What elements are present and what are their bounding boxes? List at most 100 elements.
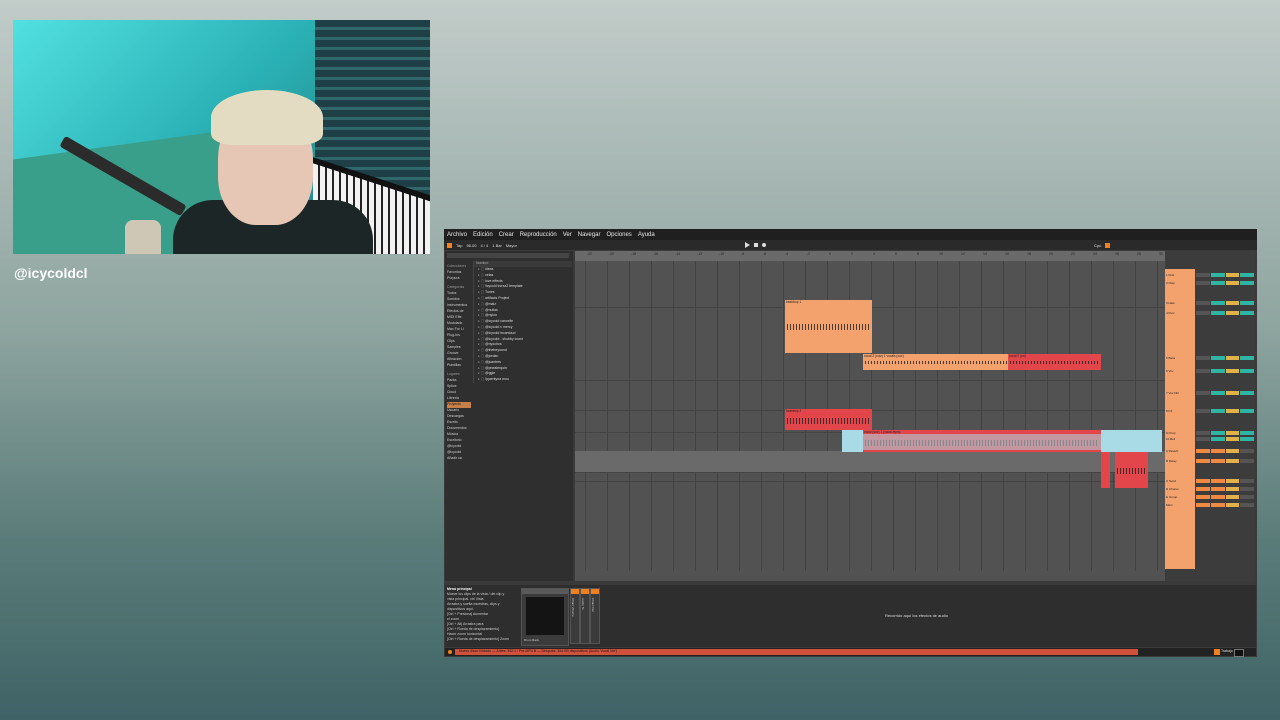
track-control[interactable]	[1196, 487, 1210, 491]
track-control[interactable]	[1210, 449, 1225, 453]
chain-strip[interactable]: Chain Volume	[570, 588, 580, 644]
track-control[interactable]	[1225, 311, 1240, 315]
track-header-row[interactable]: C Send	[1166, 479, 1254, 484]
track-header-row[interactable]: A Reverb	[1166, 449, 1254, 454]
menu-navegar[interactable]: Navegar	[578, 232, 601, 238]
track-name[interactable]: B Delay	[1166, 459, 1194, 463]
track-control[interactable]	[1240, 449, 1254, 453]
menu-crear[interactable]: Crear	[499, 232, 514, 238]
track-name[interactable]: 5 Bass	[1166, 356, 1194, 360]
track-control[interactable]	[1210, 487, 1225, 491]
track-name[interactable]: 6 Vox	[1166, 369, 1194, 373]
track-control[interactable]	[1196, 449, 1210, 453]
track-control[interactable]	[1225, 356, 1240, 360]
collection-item[interactable]: Púrpura	[447, 276, 471, 282]
track-control[interactable]	[1225, 369, 1240, 373]
track-control[interactable]	[1196, 495, 1210, 499]
keyboard-icon[interactable]	[1214, 649, 1220, 655]
play-icon[interactable]	[744, 242, 750, 248]
track-control[interactable]	[1240, 503, 1254, 507]
midi-map-icon[interactable]	[1234, 649, 1244, 657]
track-control[interactable]	[1225, 495, 1240, 499]
track-control[interactable]	[1210, 495, 1225, 499]
track-header-row[interactable]: B Delay	[1166, 459, 1254, 464]
track-control[interactable]	[1210, 356, 1225, 360]
menu-edicion[interactable]: Edición	[473, 232, 493, 238]
track-control[interactable]	[1240, 301, 1254, 305]
track-control[interactable]	[1210, 301, 1225, 305]
category-item[interactable]: Plantillas	[447, 363, 471, 369]
track-header-row[interactable]: 3 Hats	[1166, 301, 1254, 306]
track-control[interactable]	[1225, 449, 1240, 453]
track-control[interactable]	[1210, 273, 1225, 277]
quantize-menu[interactable]: 1 Bar	[492, 243, 502, 248]
track-header-row[interactable]: 10 Bell	[1166, 437, 1254, 442]
track-name[interactable]: 3 Hats	[1166, 301, 1194, 305]
track-control[interactable]	[1196, 459, 1210, 463]
tap-button[interactable]: Tap	[456, 243, 462, 248]
track-control[interactable]	[1210, 281, 1225, 285]
drum-rack-device[interactable]: Drum Rack	[521, 588, 569, 646]
track-control[interactable]	[1210, 459, 1225, 463]
menu-ayuda[interactable]: Ayuda	[638, 232, 655, 238]
track-control[interactable]	[1210, 391, 1225, 395]
track-header-row[interactable]: E Group	[1166, 495, 1254, 500]
track-control[interactable]	[1225, 459, 1240, 463]
device-header[interactable]	[522, 589, 568, 594]
track-header-row[interactable]: D Chorus	[1166, 487, 1254, 492]
track-control[interactable]	[1240, 356, 1254, 360]
track-control[interactable]	[1196, 273, 1210, 277]
file-item[interactable]: !jquentyoa muo	[474, 377, 572, 383]
menu-ver[interactable]: Ver	[563, 232, 572, 238]
track-header-row[interactable]: 6 Vox	[1166, 369, 1254, 374]
track-control[interactable]	[1210, 503, 1225, 507]
place-item[interactable]: Añadir ca	[447, 456, 471, 462]
track-name[interactable]: C Send	[1166, 479, 1194, 483]
track-control[interactable]	[1240, 281, 1254, 285]
track-name[interactable]: 8 FX	[1166, 409, 1194, 413]
track-control[interactable]	[1196, 311, 1210, 315]
track-control[interactable]	[1225, 301, 1240, 305]
timeline-ruler[interactable]: -22 -20 -18 -16 -14 -12 -10 -8 -6 -4 -2 0 2 4 6 8 10 12 14…	[575, 251, 1165, 261]
track-control[interactable]	[1210, 437, 1225, 441]
track-name[interactable]: A Reverb	[1166, 449, 1194, 453]
track-control[interactable]	[1210, 409, 1225, 413]
track-header-row[interactable]: 7 Vox Dbl	[1166, 391, 1254, 396]
audio-clip[interactable]	[1101, 452, 1110, 488]
track-control[interactable]	[1240, 495, 1254, 499]
track-control[interactable]	[1210, 311, 1225, 315]
track-control[interactable]	[1225, 431, 1240, 435]
track-control[interactable]	[1210, 479, 1225, 483]
track-name[interactable]: 9 Chop	[1166, 431, 1194, 435]
track-control[interactable]	[1240, 273, 1254, 277]
track-name[interactable]: 4 Perc	[1166, 311, 1194, 315]
track-control[interactable]	[1225, 479, 1240, 483]
track-control[interactable]	[1210, 431, 1225, 435]
audio-clip-selected[interactable]: vocal 2 (oo)	[1008, 354, 1101, 370]
link-icon[interactable]	[447, 242, 452, 248]
track-control[interactable]	[1225, 487, 1240, 491]
track-control[interactable]	[1196, 503, 1210, 507]
track-name[interactable]: 1 Kick	[1166, 273, 1194, 277]
time-signature[interactable]: 4 / 4	[480, 243, 488, 248]
track-control[interactable]	[1196, 281, 1210, 285]
track-name[interactable]: 2 Clap	[1166, 281, 1194, 285]
track-control[interactable]	[1225, 409, 1240, 413]
track-control[interactable]	[1240, 487, 1254, 491]
arrangement-view[interactable]: -22 -20 -18 -16 -14 -12 -10 -8 -6 -4 -2 0 2 4 6 8 10 12 14…	[575, 251, 1165, 581]
effects-drop-zone[interactable]: Recorrido aquí los efectos de audio	[885, 613, 948, 618]
track-name[interactable]: 10 Bell	[1166, 437, 1194, 441]
track-header-row[interactable]: 2 Clap	[1166, 281, 1254, 286]
track-control[interactable]	[1196, 437, 1210, 441]
track-control[interactable]	[1210, 369, 1225, 373]
track-name[interactable]: 7 Vox Dbl	[1166, 391, 1194, 395]
track-header-row[interactable]: 1 Kick	[1166, 273, 1254, 278]
drum-pad-area[interactable]	[526, 597, 564, 635]
track-control[interactable]	[1225, 391, 1240, 395]
chain-strip[interactable]: Chain Pan	[590, 588, 600, 644]
menu-reproduccion[interactable]: Reproducción	[520, 232, 557, 238]
track-control[interactable]	[1240, 479, 1254, 483]
track-name[interactable]: E Group	[1166, 495, 1194, 499]
track-control[interactable]	[1240, 409, 1254, 413]
tempo-field[interactable]: 96.00	[466, 243, 476, 248]
